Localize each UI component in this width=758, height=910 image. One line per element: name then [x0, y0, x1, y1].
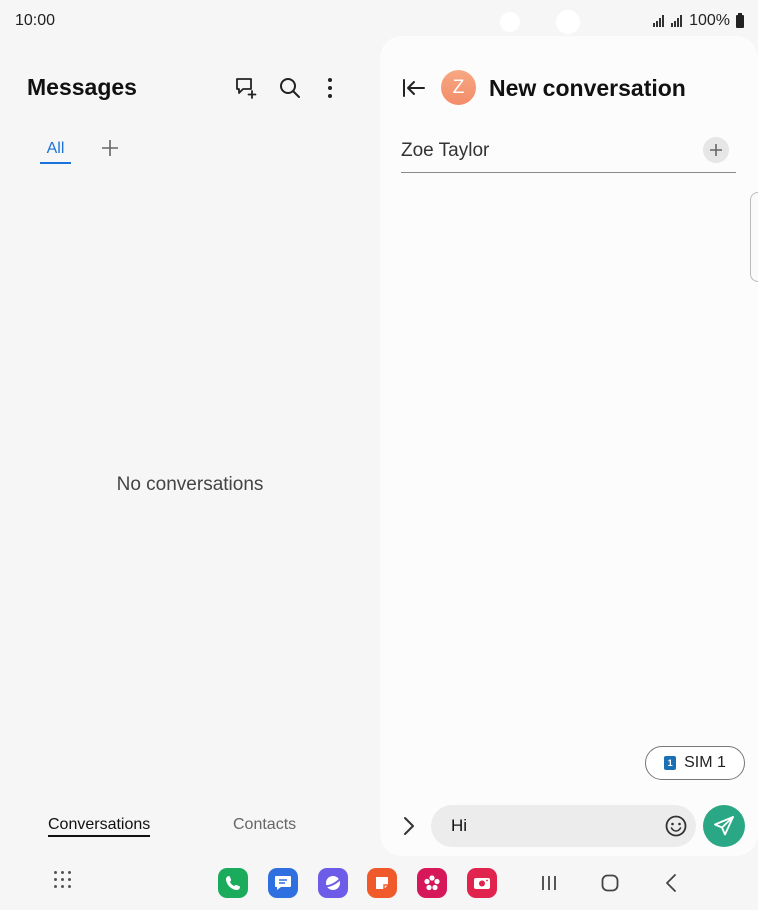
tab-conversations[interactable]: Conversations [48, 816, 151, 837]
status-time: 10:00 [15, 12, 56, 29]
gallery-icon [424, 875, 440, 891]
collapse-panel-button[interactable] [398, 72, 430, 104]
message-text: Hi [451, 816, 468, 835]
messages-icon [275, 876, 291, 890]
tab-contacts[interactable]: Contacts [233, 816, 296, 834]
recents-button[interactable] [534, 868, 564, 898]
notes-icon [376, 877, 388, 889]
status-indicators: 100% [653, 12, 744, 30]
sim-label: SIM 1 [684, 754, 726, 771]
camera-app-button[interactable] [467, 868, 497, 898]
home-icon [601, 874, 619, 892]
empty-state-text: No conversations [116, 474, 264, 495]
app-drawer-button[interactable] [54, 871, 71, 888]
conversation-title: New conversation [489, 75, 686, 101]
signal-icon [653, 15, 665, 27]
battery-icon [736, 12, 744, 28]
camera-icon [474, 878, 490, 889]
back-chevron-icon [666, 874, 676, 892]
internet-icon [324, 876, 342, 890]
gallery-app-button[interactable] [417, 868, 447, 898]
sim-selector-button[interactable]: 1 SIM 1 [645, 746, 745, 780]
phone-icon [226, 876, 240, 890]
back-button[interactable] [656, 868, 686, 898]
messages-title: Messages [27, 74, 137, 100]
messages-app-button[interactable] [268, 868, 298, 898]
chevron-right-icon [404, 817, 414, 835]
signal-icon [671, 15, 683, 27]
more-options-button[interactable] [314, 72, 346, 104]
new-conversation-button[interactable] [230, 72, 262, 104]
search-icon [280, 78, 300, 98]
recipient-field[interactable]: Zoe Taylor [401, 130, 736, 173]
expand-attachments-button[interactable] [395, 810, 423, 842]
edge-panel-handle[interactable] [750, 192, 758, 282]
add-category-button[interactable] [98, 136, 122, 160]
sim-icon: 1 [664, 756, 677, 770]
tab-all[interactable]: All [40, 140, 71, 164]
camera-cutout [556, 10, 580, 34]
send-button[interactable] [703, 805, 745, 847]
camera-cutout [500, 12, 520, 32]
battery-percent: 100% [689, 12, 730, 29]
message-input[interactable]: Hi [431, 805, 696, 847]
plus-icon [710, 144, 722, 156]
more-vert-icon [328, 78, 332, 98]
avatar: Z [441, 70, 476, 105]
emoji-icon [665, 815, 687, 837]
phone-app-button[interactable] [218, 868, 248, 898]
recipient-name: Zoe Taylor [401, 140, 490, 161]
compose-icon [236, 78, 257, 99]
notes-app-button[interactable] [367, 868, 397, 898]
plus-icon [102, 140, 118, 156]
search-button[interactable] [274, 72, 306, 104]
emoji-button[interactable] [662, 812, 690, 840]
recents-icon [542, 876, 556, 890]
internet-app-button[interactable] [318, 868, 348, 898]
send-icon [714, 816, 734, 836]
home-button[interactable] [595, 868, 625, 898]
collapse-left-icon [403, 79, 425, 97]
add-recipient-button[interactable] [703, 137, 729, 163]
